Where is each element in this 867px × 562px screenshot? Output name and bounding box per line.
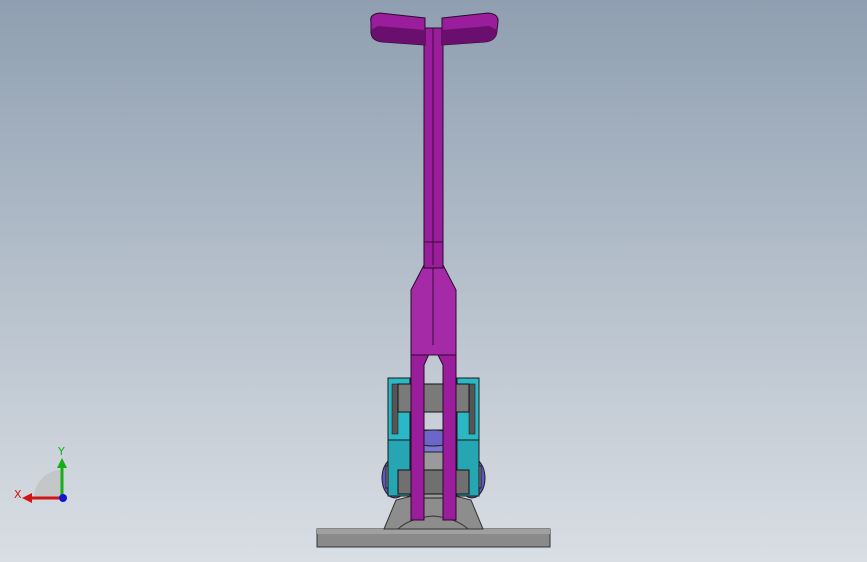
x-axis-label: X bbox=[14, 488, 22, 501]
orientation-triad: Y X bbox=[14, 445, 67, 503]
graphics-viewport[interactable]: Y X bbox=[0, 0, 867, 562]
base-plate[interactable] bbox=[316, 493, 551, 548]
y-axis-label: Y bbox=[57, 445, 65, 458]
triad-plane bbox=[34, 470, 62, 498]
toggle-clamp-model[interactable] bbox=[0, 0, 867, 562]
z-axis-dot bbox=[59, 494, 67, 502]
